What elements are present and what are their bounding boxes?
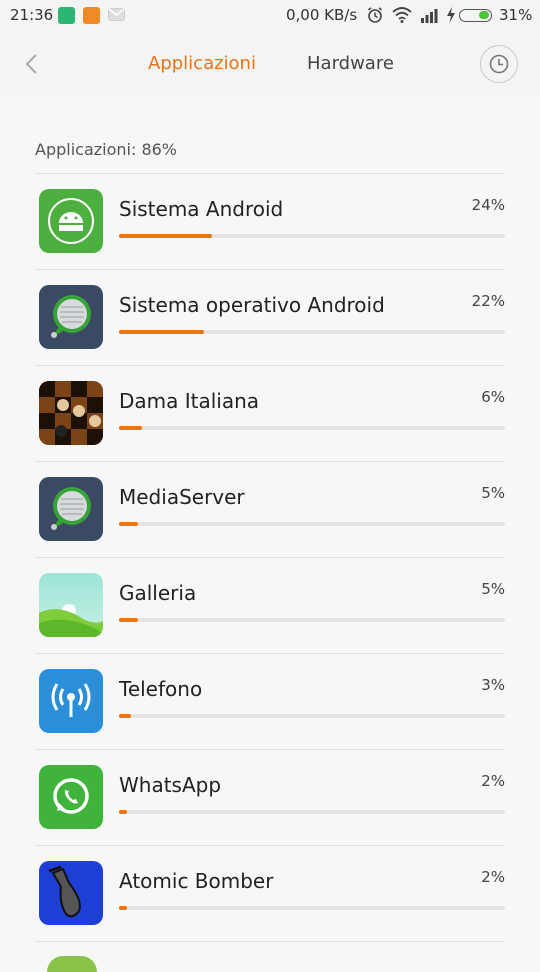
app-percent: 6% [481, 388, 505, 406]
wifi-icon [392, 7, 412, 23]
top-bar: Applicazioni Hardware [0, 32, 540, 97]
usage-bar [119, 426, 143, 430]
chevron-left-icon [25, 54, 37, 74]
usage-bar-track [119, 330, 505, 334]
app-percent: 5% [481, 580, 505, 598]
tab-applicazioni[interactable]: Applicazioni [148, 53, 256, 74]
mail-icon [108, 8, 125, 21]
battery-icon [459, 9, 492, 22]
app-name: Atomic Bomber [119, 869, 274, 893]
app-name: WhatsApp [119, 773, 222, 797]
status-time: 21:36 [10, 6, 54, 24]
android-partial-icon [47, 956, 97, 972]
alarm-icon [367, 7, 383, 23]
network-speed: 0,00 KB/s [286, 6, 358, 24]
app-name: Sistema Android [119, 197, 284, 221]
clock-icon [489, 54, 509, 74]
usage-bar-track [119, 810, 505, 814]
usage-bar [119, 810, 127, 814]
app-name: Telefono [119, 677, 203, 701]
app-name: MediaServer [119, 485, 245, 509]
app-notification-icon [83, 7, 100, 24]
app-name: Dama Italiana [119, 389, 260, 413]
status-bar: 21:36 0,00 KB/s 31% [0, 0, 540, 32]
list-item[interactable]: MediaServer 5% [35, 461, 505, 557]
charging-icon [447, 7, 455, 23]
whatsapp-icon [39, 765, 103, 829]
phone-signal-icon [39, 669, 103, 733]
gallery-icon [39, 573, 103, 637]
list-item[interactable]: WhatsApp 2% [35, 749, 505, 845]
cell-signal-icon [421, 9, 438, 23]
summary-label: Applicazioni: 86% [35, 140, 178, 159]
app-percent: 22% [471, 292, 505, 310]
list-item[interactable]: Sistema operativo Android 22% [35, 269, 505, 365]
list-item[interactable]: Sistema Android 24% [35, 173, 505, 269]
list-item[interactable]: Atomic Bomber 2% [35, 845, 505, 941]
usage-bar-track [119, 522, 505, 526]
usage-bar [119, 906, 127, 910]
usage-bar [119, 234, 212, 238]
checkers-icon [39, 381, 103, 445]
app-name: Sistema operativo Android [119, 293, 385, 317]
usage-bar-track [119, 906, 505, 910]
usage-bar-track [119, 426, 505, 430]
android-os-icon [39, 285, 103, 349]
app-percent: 2% [481, 868, 505, 886]
usage-bar [119, 618, 139, 622]
shield-notification-icon [58, 7, 75, 24]
list-item[interactable]: Dama Italiana 6% [35, 365, 505, 461]
app-name: Galleria [119, 581, 197, 605]
list-item-partial[interactable] [35, 941, 505, 972]
app-percent: 3% [481, 676, 505, 694]
history-button[interactable] [480, 45, 518, 83]
usage-bar [119, 330, 204, 334]
back-button[interactable] [20, 50, 42, 78]
list-item[interactable]: Telefono 3% [35, 653, 505, 749]
usage-bar [119, 522, 139, 526]
battery-percent: 31% [499, 6, 533, 24]
usage-bar-track [119, 618, 505, 622]
list-item[interactable]: Galleria 5% [35, 557, 505, 653]
tab-hardware[interactable]: Hardware [307, 53, 394, 74]
bomb-icon [39, 861, 103, 925]
usage-bar-track [119, 714, 505, 718]
app-percent: 5% [481, 484, 505, 502]
usage-bar-track [119, 234, 505, 238]
usage-bar [119, 714, 131, 718]
android-system-icon [39, 189, 103, 253]
mediaserver-icon [39, 477, 103, 541]
app-percent: 2% [481, 772, 505, 790]
app-percent: 24% [471, 196, 505, 214]
app-usage-list: Sistema Android 24% Sistema operativo An… [0, 173, 540, 972]
